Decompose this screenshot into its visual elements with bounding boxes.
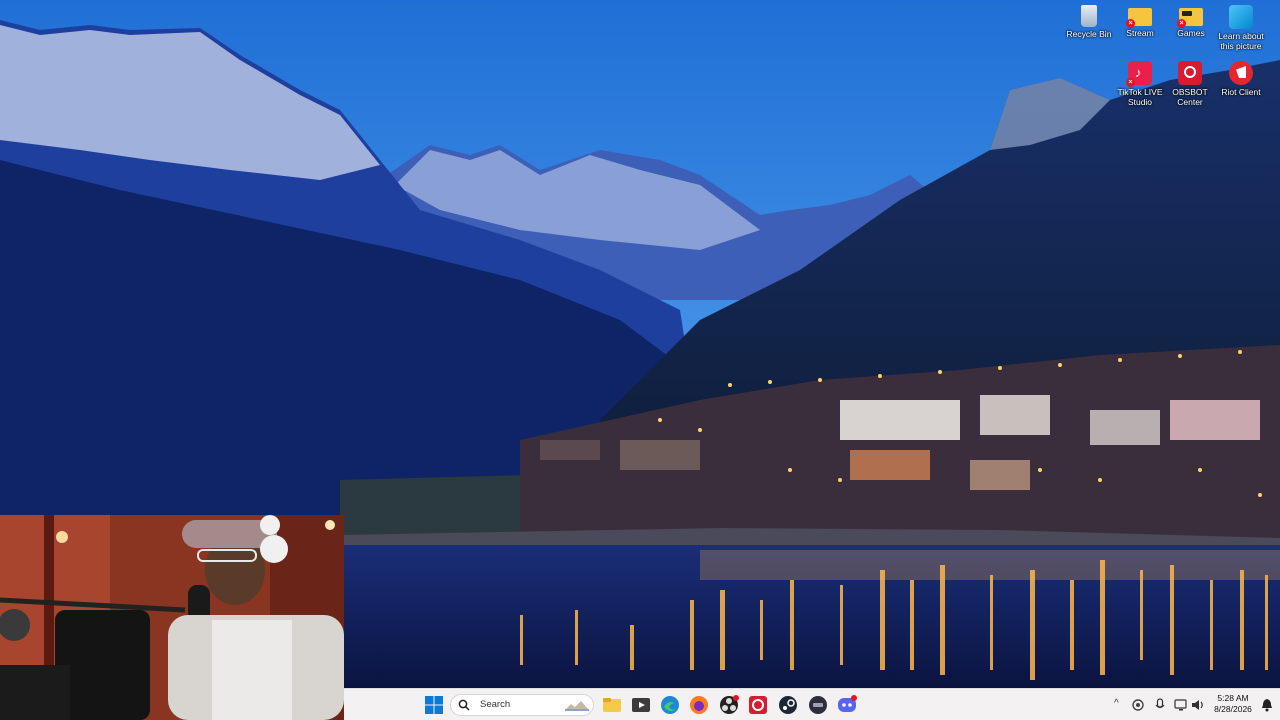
desktop[interactable]: Recycle Bin × Stream × Games Learn about… bbox=[0, 0, 1280, 720]
clock-time: 5:28 AM bbox=[1217, 693, 1249, 703]
desktop-icon-games[interactable]: × Games bbox=[1165, 5, 1217, 38]
error-badge-icon: × bbox=[1126, 19, 1135, 28]
edge-icon[interactable] bbox=[660, 695, 680, 715]
clock-date: 8/28/2026 bbox=[1214, 704, 1252, 714]
desktop-icon-riot-client[interactable]: Riot Client bbox=[1215, 61, 1267, 97]
error-badge-icon: × bbox=[1177, 19, 1186, 28]
taskbar: Search ^ 5:28 AM 8/28/2026 bbox=[344, 688, 1280, 720]
discord-icon[interactable] bbox=[837, 695, 857, 715]
desktop-icon-stream[interactable]: × Stream bbox=[1114, 5, 1166, 38]
webcam-feed bbox=[0, 515, 344, 720]
desktop-icon-tiktok-live-studio[interactable]: ♪ × TikTok LIVE Studio bbox=[1114, 61, 1166, 107]
riot-icon bbox=[1229, 61, 1253, 85]
show-hidden-icons-chevron-icon[interactable]: ^ bbox=[1114, 698, 1119, 709]
microphone-icon[interactable] bbox=[1154, 698, 1166, 712]
network-icon[interactable] bbox=[1174, 698, 1188, 712]
webcam-overlay bbox=[0, 515, 344, 720]
obsbot-taskbar-icon[interactable] bbox=[748, 695, 768, 715]
folder-content-icon bbox=[1182, 11, 1192, 16]
file-explorer-icon[interactable] bbox=[602, 695, 622, 715]
error-badge-icon: × bbox=[1126, 78, 1135, 87]
media-player-icon[interactable] bbox=[631, 695, 651, 715]
app-icon[interactable] bbox=[808, 695, 828, 715]
obs-icon[interactable] bbox=[719, 695, 739, 715]
steam-icon[interactable] bbox=[778, 695, 798, 715]
tiktok-icon: ♪ × bbox=[1126, 61, 1152, 87]
notification-bell-icon[interactable] bbox=[1261, 698, 1273, 712]
spotlight-icon bbox=[1229, 5, 1253, 29]
folder-icon: × bbox=[1126, 8, 1152, 28]
volume-icon[interactable] bbox=[1191, 698, 1205, 712]
system-clock[interactable]: 5:28 AM 8/28/2026 bbox=[1206, 693, 1260, 715]
desktop-icon-obsbot-center[interactable]: OBSBOT Center bbox=[1164, 61, 1216, 107]
taskbar-search-box[interactable]: Search bbox=[450, 694, 594, 716]
windows-start-icon[interactable] bbox=[424, 695, 444, 715]
search-highlight-icon bbox=[565, 701, 589, 711]
desktop-icon-recycle-bin[interactable]: Recycle Bin bbox=[1063, 5, 1115, 39]
folder-icon: × bbox=[1177, 8, 1203, 28]
tray-app-icon[interactable] bbox=[1132, 699, 1144, 711]
obsbot-icon bbox=[1178, 61, 1202, 85]
desktop-icon-learn-about-this-picture[interactable]: Learn about this picture bbox=[1214, 5, 1268, 51]
recycle-bin-icon bbox=[1081, 5, 1097, 27]
search-placeholder: Search bbox=[480, 699, 511, 710]
search-icon bbox=[458, 699, 470, 711]
firefox-icon[interactable] bbox=[689, 695, 709, 715]
